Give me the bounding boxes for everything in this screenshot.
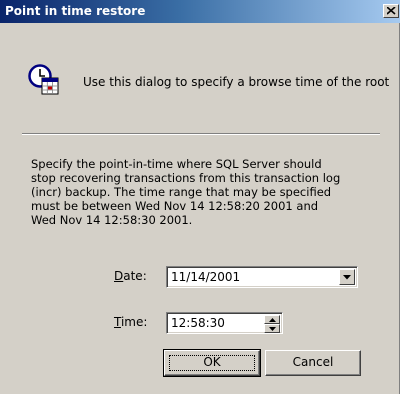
time-label: Time:: [114, 315, 147, 329]
arrow-up-icon: [269, 318, 276, 322]
time-value: 12:58:30: [171, 316, 225, 330]
focus-rectangle: [169, 355, 255, 371]
clock-calendar-icon: [28, 64, 59, 95]
description-line: (incr) backup. The time range that may b…: [31, 185, 332, 199]
info-text: Use this dialog to specify a browse time…: [83, 75, 390, 89]
title-bar[interactable]: Point in time restore: [0, 0, 400, 23]
time-decrement-button[interactable]: [264, 324, 280, 333]
date-label: Date:: [114, 269, 147, 283]
point-in-time-restore-dialog: Point in time restore Use this dialog to…: [0, 0, 400, 394]
arrow-down-icon: [269, 327, 276, 331]
description-line: Specify the point-in-time where SQL Serv…: [31, 157, 322, 171]
cancel-button[interactable]: Cancel: [265, 350, 361, 376]
separator: [22, 133, 380, 135]
ok-button[interactable]: OK: [163, 349, 261, 377]
cancel-button-label: Cancel: [292, 355, 334, 369]
date-label-mnemonic: D: [114, 269, 124, 283]
time-increment-button[interactable]: [264, 315, 280, 324]
dialog-title: Point in time restore: [5, 4, 146, 18]
time-spinbox[interactable]: 12:58:30: [166, 312, 283, 334]
date-combobox[interactable]: 11/14/2001: [166, 266, 358, 288]
description-line: must be between Wed Nov 14 12:58:20 2001…: [31, 199, 319, 213]
close-icon: [387, 7, 396, 15]
close-button[interactable]: [383, 4, 399, 18]
date-dropdown-button[interactable]: [339, 269, 355, 285]
description-line: stop recovering transactions from this t…: [31, 171, 341, 185]
time-label-mnemonic: T: [114, 315, 121, 329]
time-label-text: ime:: [120, 315, 148, 329]
description-text: Specify the point-in-time where SQL Serv…: [31, 157, 381, 227]
date-label-text: ate:: [123, 269, 147, 283]
date-value: 11/14/2001: [171, 270, 241, 284]
chevron-down-icon: [343, 275, 351, 280]
description-line: Wed Nov 14 12:58:30 2001.: [31, 213, 193, 227]
